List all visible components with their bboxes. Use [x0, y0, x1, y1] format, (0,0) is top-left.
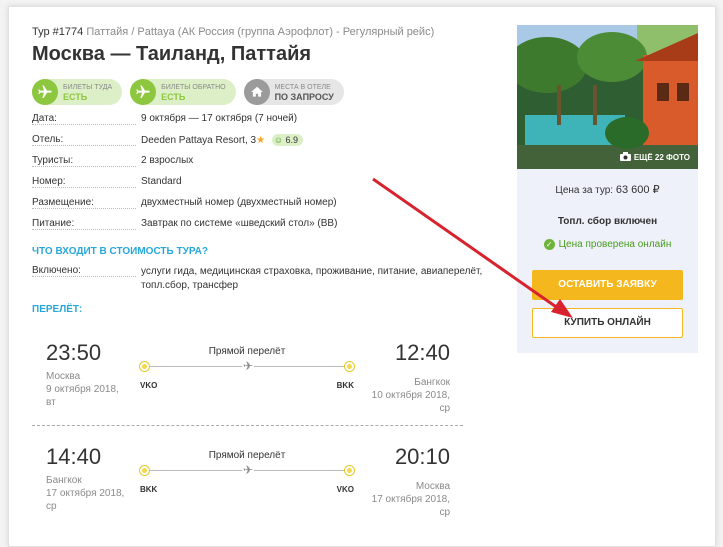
price-checked-note: ✓ Цена проверена онлайн — [517, 239, 698, 250]
tour-details: Дата: 9 октября — 17 октября (7 ночей) О… — [32, 110, 502, 236]
booking-sidebar: Ещё 22 фото Цена за тур: 63 600 ₽ Топл. … — [517, 25, 698, 353]
departure-date: 17 октября 2018, — [46, 488, 125, 499]
leave-request-button[interactable]: Оставить заявку — [532, 270, 683, 300]
arrival-info: Москва 17 октября 2018, ср — [372, 480, 450, 519]
plane-icon: ✈ — [242, 359, 254, 373]
plane-icon — [130, 79, 157, 105]
tour-card: Тур #1774 Паттайя / Pattaya (АК Россия (… — [8, 6, 716, 547]
departure-day: вт — [46, 397, 56, 408]
check-icon: ✓ — [543, 239, 555, 250]
badge-tickets-there: Билеты туда Есть — [32, 79, 123, 105]
flight-return: 14:40 Бангкок 17 октября 2018, ср Прямой… — [32, 444, 462, 534]
page-title: Москва — Таиланд, Паттайя — [32, 43, 312, 65]
detail-key: Включено: — [32, 265, 136, 277]
departure-city: Бангкок — [46, 475, 82, 486]
badge-value: По запросу — [274, 91, 334, 102]
more-photos-link[interactable]: Ещё 22 фото — [619, 152, 690, 163]
hotel-photo[interactable]: Ещё 22 фото — [517, 25, 698, 169]
buy-online-button[interactable]: Купить онлайн — [532, 308, 683, 338]
arrival-day: ср — [439, 403, 450, 414]
detail-key: Размещение: — [32, 197, 136, 209]
departure-time: 14:40 — [46, 444, 102, 469]
detail-value: двухместный номер (двухместный номер) — [141, 197, 337, 208]
arrival-info: Бангкок 10 октября 2018, ср — [372, 376, 450, 415]
detail-key: Питание: — [32, 218, 136, 230]
departure-time: 23:50 — [46, 340, 102, 365]
camera-icon — [619, 152, 631, 163]
hotel-rating: 6.9 — [285, 135, 299, 145]
departure-date: 9 октября 2018, — [46, 384, 119, 395]
arrival-city: Москва — [415, 481, 450, 492]
departure-day: ср — [46, 501, 57, 512]
price-value: 63 600 ₽ — [615, 184, 660, 196]
arrival-time: 12:40 — [394, 340, 450, 365]
origin-code: VKO — [140, 381, 158, 390]
badge-tickets-back: Билеты обратно Есть — [130, 79, 236, 105]
plane-icon — [32, 79, 58, 105]
arrival-date: 10 октября 2018, — [371, 390, 450, 401]
detail-key: Туристы: — [32, 155, 136, 167]
badge-value: Есть — [63, 91, 88, 102]
whats-included-link[interactable]: Что входит в стоимость тура? — [32, 246, 208, 257]
smile-icon: ☺ — [273, 135, 284, 145]
departure-city: Москва — [46, 371, 81, 382]
detail-value: 9 октября — 17 октября (7 ночей) — [141, 113, 298, 124]
included-row: Включено: услуги гида, медицинская страх… — [32, 265, 501, 293]
hotel-name-link[interactable]: Deeden Pattaya Resort, 3 — [141, 135, 256, 146]
flights-title: Перелёт: — [32, 304, 83, 315]
more-photos-label: Ещё 22 фото — [633, 153, 690, 162]
hotel-rating-badge: ☺ 6.9 — [271, 134, 304, 146]
badge-small-label: Билеты туда — [63, 83, 113, 91]
price-label: Цена за тур: — [555, 185, 614, 196]
house-icon — [243, 79, 270, 105]
detail-value: Standard — [141, 176, 182, 187]
badge-hotel-places: Места в отеле По запросу — [243, 79, 344, 105]
plane-icon: ✈ — [242, 463, 254, 477]
departure-info: Бангкок 17 октября 2018, ср — [46, 474, 124, 513]
detail-value: Завтрак по системе «шведский стол» (BB) — [141, 218, 338, 229]
star-icon: ★ — [256, 135, 266, 146]
flight-type: Прямой перелёт — [208, 450, 286, 461]
detail-row-room: Номер: Standard — [32, 173, 502, 194]
flight-type: Прямой перелёт — [208, 346, 286, 357]
flight-route: Прямой перелёт ✈ BKK VKO — [140, 444, 354, 504]
arrival-time: 20:10 — [394, 444, 450, 469]
tour-number: Тур #1774 — [32, 26, 84, 38]
departure-info: Москва 9 октября 2018, вт — [46, 370, 119, 409]
detail-row-date: Дата: 9 октября — 17 октября (7 ночей) — [32, 110, 502, 131]
arrival-city: Бангкок — [414, 377, 450, 388]
tour-route-info: Паттайя / Pattaya (АК Россия (группа Аэр… — [86, 26, 435, 38]
included-value: услуги гида, медицинская страховка, прож… — [141, 266, 483, 291]
badge-value: Есть — [161, 91, 186, 102]
detail-key: Номер: — [32, 176, 136, 188]
detail-key: Дата: — [32, 113, 136, 125]
detail-key: Отель: — [32, 134, 136, 146]
arrival-day: ср — [439, 507, 450, 518]
fuel-fee-note: Топл. сбор включен — [557, 216, 658, 227]
detail-row-meals: Питание: Завтрак по системе «шведский ст… — [32, 215, 502, 236]
availability-badges: Билеты туда Есть Билеты обратно Есть Мес… — [32, 79, 344, 105]
arrival-date: 17 октября 2018, — [371, 494, 450, 505]
origin-code: BKK — [140, 485, 158, 494]
price-block: Цена за тур: 63 600 ₽ — [517, 183, 698, 196]
tour-header: Тур #1774 Паттайя / Pattaya (АК Россия (… — [32, 26, 434, 38]
origin-dot — [140, 362, 149, 371]
flight-outbound: 23:50 Москва 9 октября 2018, вт Прямой п… — [32, 340, 462, 430]
detail-row-accommodation: Размещение: двухместный номер (двухместн… — [32, 194, 502, 215]
detail-row-hotel: Отель: Deeden Pattaya Resort, 3★ ☺ 6.9 — [32, 131, 502, 152]
flights-divider — [32, 425, 463, 426]
destination-code: BKK — [336, 381, 354, 390]
origin-dot — [140, 466, 149, 475]
badge-small-label: Билеты обратно — [161, 83, 226, 91]
detail-row-tourists: Туристы: 2 взрослых — [32, 152, 502, 173]
destination-dot — [345, 362, 354, 371]
flight-route: Прямой перелёт ✈ VKO BKK — [140, 340, 354, 400]
destination-dot — [345, 466, 354, 475]
detail-value: 2 взрослых — [141, 155, 194, 166]
price-checked-label: Цена проверена онлайн — [558, 239, 672, 250]
badge-small-label: Места в отеле — [274, 83, 331, 91]
destination-code: VKO — [336, 485, 354, 494]
